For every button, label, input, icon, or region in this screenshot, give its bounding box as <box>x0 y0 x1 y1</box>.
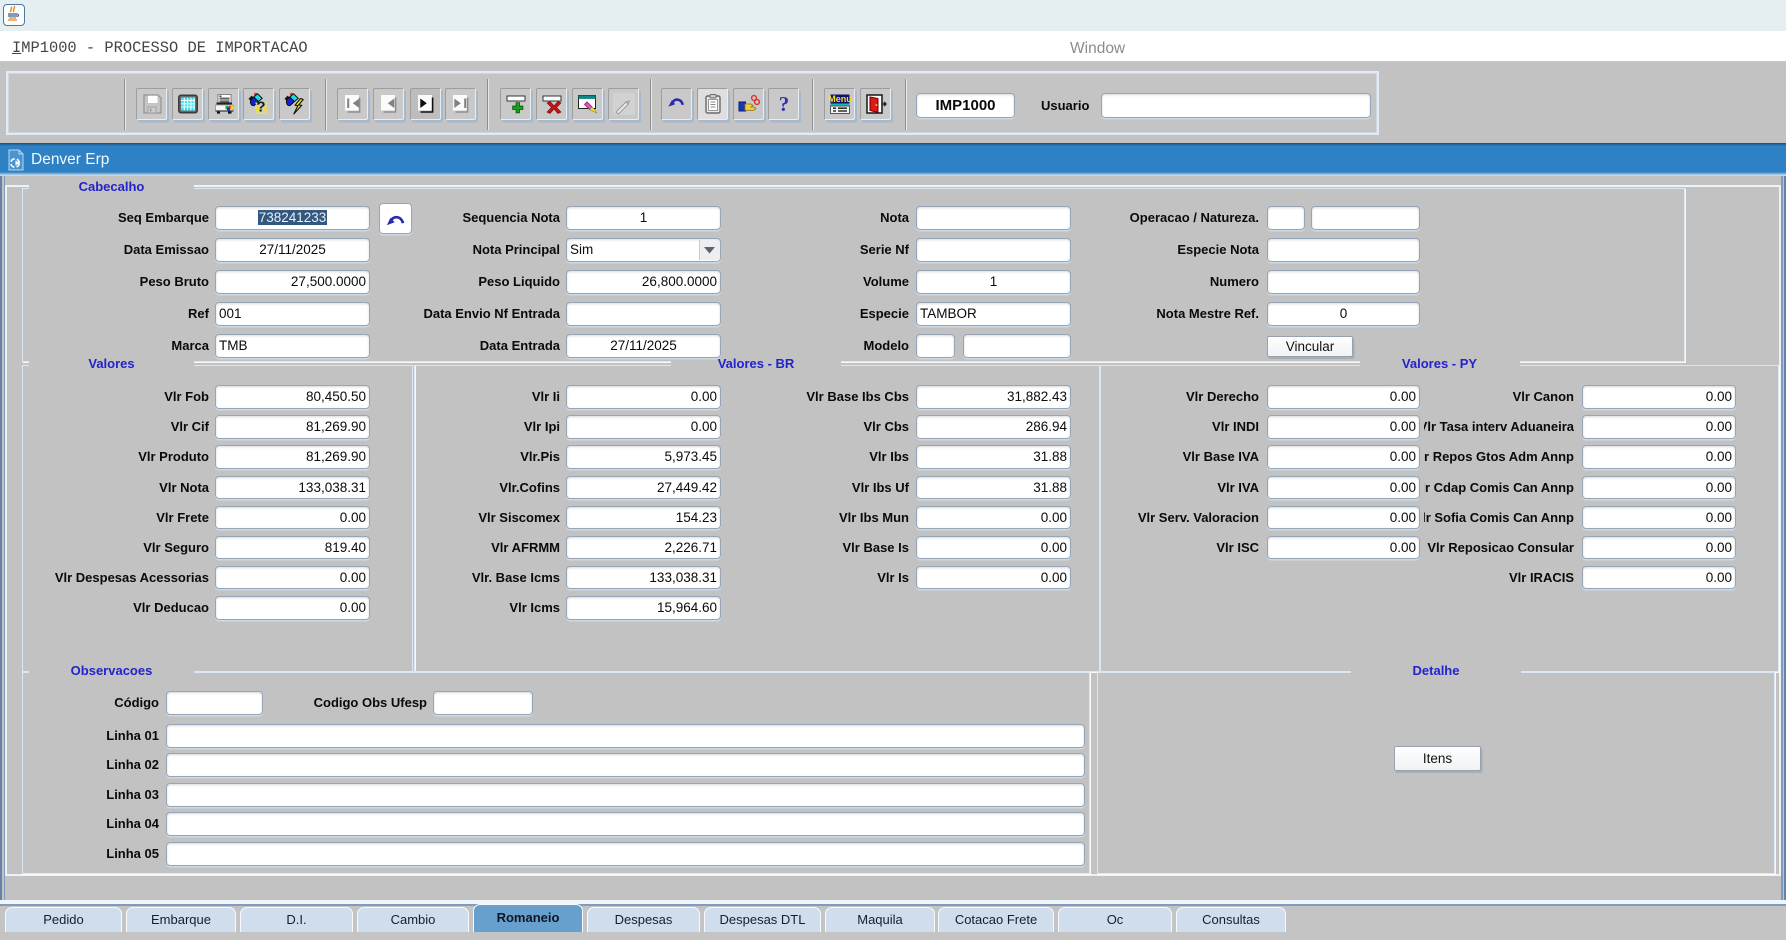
svg-text:?: ? <box>256 99 265 116</box>
svg-text:?: ? <box>779 92 790 116</box>
svg-text:Menu: Menu <box>828 94 852 104</box>
